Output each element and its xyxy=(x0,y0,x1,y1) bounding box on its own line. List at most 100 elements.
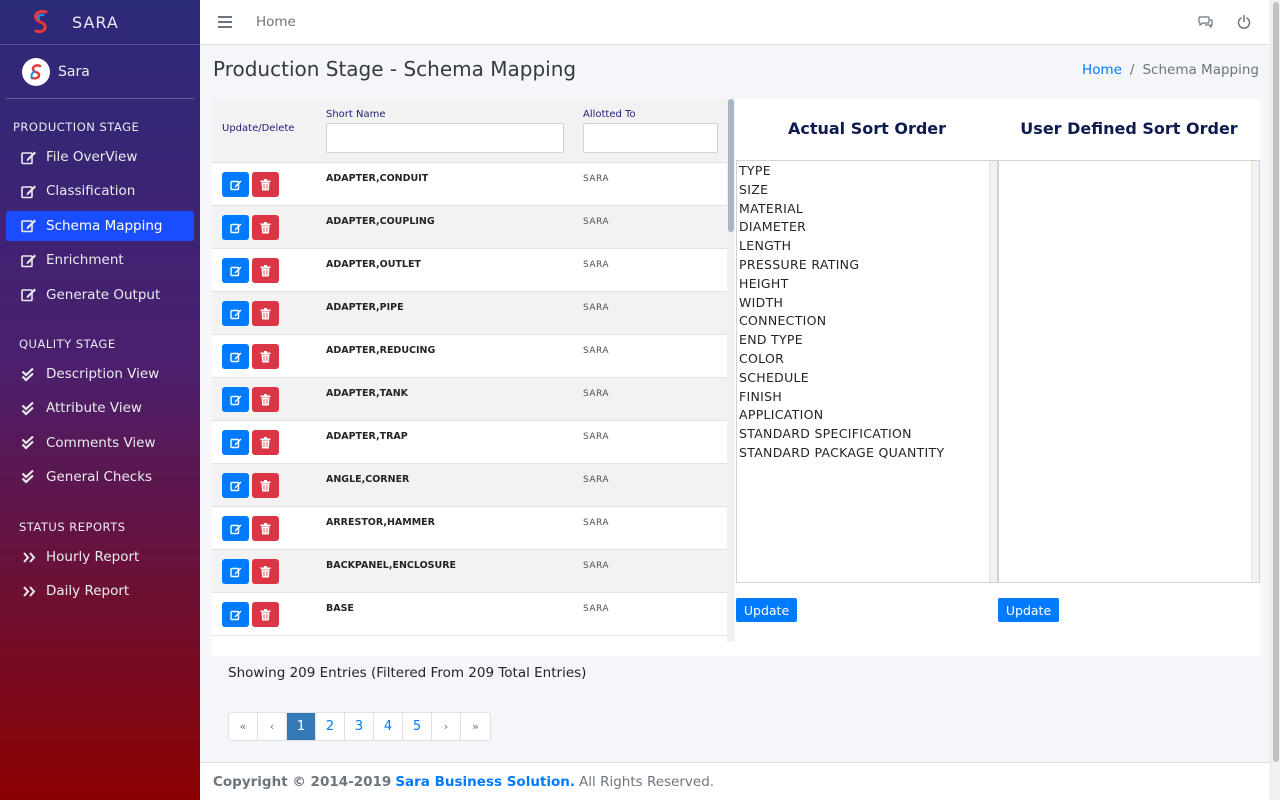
page-scrollbar[interactable] xyxy=(1270,0,1280,800)
menu-toggle-icon[interactable] xyxy=(218,15,232,29)
comments-icon[interactable] xyxy=(1198,14,1214,30)
allotted-to-filter-input[interactable] xyxy=(583,123,718,153)
delete-button[interactable] xyxy=(252,301,279,326)
edit-button[interactable] xyxy=(222,301,249,326)
page-3-button[interactable]: 3 xyxy=(345,713,374,740)
table-row: ADAPTER,CONDUIT SARA xyxy=(212,163,727,206)
sidebar-item-hourly-report[interactable]: Hourly Report xyxy=(6,542,194,572)
actual-sort-option[interactable]: END TYPE xyxy=(739,331,997,350)
table-scrollbar-thumb[interactable] xyxy=(728,99,734,232)
actual-sort-option[interactable]: PRESSURE RATING xyxy=(739,256,997,275)
sidebar-item-schema-mapping[interactable]: Schema Mapping xyxy=(6,210,194,241)
sidebar-item-attribute-view[interactable]: Attribute View xyxy=(6,393,194,423)
page-5-button[interactable]: 5 xyxy=(403,713,432,740)
table-row: ADAPTER,COUPLING SARA xyxy=(212,206,727,249)
sidebar: SARA Sara PRODUCTION STAGE File OverView C… xyxy=(0,0,200,800)
page-4-button[interactable]: 4 xyxy=(374,713,403,740)
actual-sort-order-title: Actual Sort Order xyxy=(787,119,947,138)
table-scrollbar[interactable] xyxy=(727,99,735,642)
actual-sort-option[interactable]: STANDARD SPECIFICATION xyxy=(739,425,997,444)
edit-button[interactable] xyxy=(222,344,249,369)
delete-button[interactable] xyxy=(252,602,279,627)
sidebar-item-label: Classification xyxy=(46,183,136,200)
sidebar-item-daily-report[interactable]: Daily Report xyxy=(6,576,194,606)
allotted-to-cell: SARA xyxy=(583,346,610,356)
actual-sort-option[interactable]: COLOR xyxy=(739,350,997,369)
edit-button[interactable] xyxy=(222,559,249,584)
user-panel[interactable]: Sara xyxy=(6,45,194,99)
delete-button[interactable] xyxy=(252,172,279,197)
sidebar-item-comments-view[interactable]: Comments View xyxy=(6,428,194,458)
sidebar-item-enrichment[interactable]: Enrichment xyxy=(6,245,194,275)
delete-button[interactable] xyxy=(252,215,279,240)
edit-button[interactable] xyxy=(222,602,249,627)
allotted-to-cell: SARA xyxy=(583,303,610,313)
actual-sort-order-list[interactable]: TYPE SIZE MATERIAL DIAMETER LENGTH PRESSURE R… xyxy=(736,160,998,583)
update-user-sort-button[interactable]: Update xyxy=(998,598,1059,622)
delete-button[interactable] xyxy=(252,258,279,283)
edit-button[interactable] xyxy=(222,258,249,283)
short-name-filter-input[interactable] xyxy=(326,123,564,153)
delete-button[interactable] xyxy=(252,344,279,369)
page-first-button[interactable]: « xyxy=(229,713,258,740)
sidebar-item-general-checks[interactable]: General Checks xyxy=(6,462,194,492)
actual-sort-option[interactable]: SIZE xyxy=(739,181,997,200)
page-last-button[interactable]: » xyxy=(461,713,490,740)
power-icon[interactable] xyxy=(1236,14,1252,30)
sara-logo-icon xyxy=(34,10,48,34)
actual-sort-option[interactable]: DIAMETER xyxy=(739,218,997,237)
entries-info: Showing 209 Entries (Filtered From 209 T… xyxy=(228,665,587,681)
sidebar-item-label: Generate Output xyxy=(46,286,161,303)
user-sort-order-list[interactable] xyxy=(998,160,1260,583)
actual-sort-option[interactable]: STANDARD PACKAGE QUANTITY xyxy=(739,444,997,463)
page-prev-button[interactable]: ‹ xyxy=(258,713,287,740)
table-row: BASE SARA xyxy=(212,593,727,636)
breadcrumb-home[interactable]: Home xyxy=(1082,62,1122,78)
delete-button[interactable] xyxy=(252,516,279,541)
actual-sort-option[interactable]: HEIGHT xyxy=(739,275,997,294)
delete-button[interactable] xyxy=(252,430,279,455)
sidebar-item-file-overview[interactable]: File OverView xyxy=(6,142,194,172)
page-scrollbar-thumb[interactable] xyxy=(1273,2,1279,762)
top-home-link[interactable]: Home xyxy=(256,14,296,30)
actual-sort-option[interactable]: TYPE xyxy=(739,162,997,181)
user-sort-items xyxy=(999,161,1259,162)
footer-company-link[interactable]: Sara Business Solution. xyxy=(395,774,575,790)
topbar-actions xyxy=(1198,14,1252,30)
actual-sort-option[interactable]: LENGTH xyxy=(739,237,997,256)
update-actual-sort-button[interactable]: Update xyxy=(736,598,797,622)
edit-button[interactable] xyxy=(222,387,249,412)
page-2-button[interactable]: 2 xyxy=(316,713,345,740)
sidebar-item-description-view[interactable]: Description View xyxy=(6,359,194,389)
delete-button[interactable] xyxy=(252,473,279,498)
brand[interactable]: SARA xyxy=(0,0,200,45)
edit-button[interactable] xyxy=(222,473,249,498)
header-short-name: Short Name xyxy=(326,109,386,120)
actual-sort-option[interactable]: FINISH xyxy=(739,388,997,407)
delete-button[interactable] xyxy=(252,387,279,412)
edit-button[interactable] xyxy=(222,172,249,197)
edit-icon xyxy=(20,149,38,165)
breadcrumb-current: Schema Mapping xyxy=(1142,62,1259,78)
edit-icon xyxy=(20,183,38,199)
edit-button[interactable] xyxy=(222,516,249,541)
sidebar-item-generate-output[interactable]: Generate Output xyxy=(6,280,194,310)
delete-button[interactable] xyxy=(252,559,279,584)
short-name-cell: ADAPTER,REDUCING xyxy=(326,345,436,356)
user-list-scrollbar[interactable] xyxy=(1251,161,1259,582)
actual-sort-option[interactable]: MATERIAL xyxy=(739,200,997,219)
page-1-button[interactable]: 1 xyxy=(287,713,316,740)
actual-sort-option[interactable]: WIDTH xyxy=(739,294,997,313)
edit-icon xyxy=(229,566,242,578)
edit-button[interactable] xyxy=(222,430,249,455)
short-name-table: Update/Delete Short Name Allotted To ADA… xyxy=(212,99,727,642)
actual-sort-option[interactable]: SCHEDULE xyxy=(739,369,997,388)
sidebar-item-classification[interactable]: Classification xyxy=(6,176,194,206)
actual-sort-option[interactable]: CONNECTION xyxy=(739,312,997,331)
edit-button[interactable] xyxy=(222,215,249,240)
actual-list-scrollbar[interactable] xyxy=(989,161,997,582)
page-next-button[interactable]: › xyxy=(432,713,461,740)
actual-sort-option[interactable]: APPLICATION xyxy=(739,406,997,425)
short-name-cell: ADAPTER,COUPLING xyxy=(326,216,435,227)
schema-mapping-card: Update/Delete Short Name Allotted To ADA… xyxy=(212,99,1260,656)
